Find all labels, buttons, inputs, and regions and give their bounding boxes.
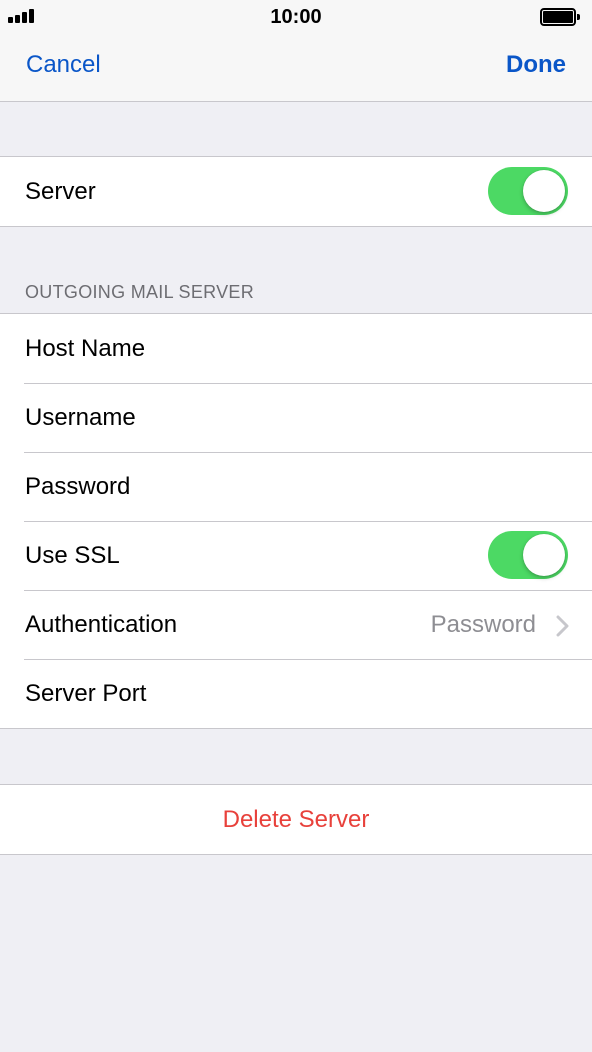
authentication-row[interactable]: Authentication Password — [0, 590, 592, 659]
use-ssl-toggle[interactable] — [488, 531, 568, 579]
delete-group: Delete Server — [0, 784, 592, 855]
delete-server-row[interactable]: Delete Server — [0, 785, 592, 854]
navigation-bar: Cancel Done — [0, 34, 592, 102]
server-toggle[interactable] — [488, 167, 568, 215]
cancel-button[interactable]: Cancel — [26, 51, 101, 79]
toggle-knob — [523, 170, 565, 212]
server-label: Server — [25, 178, 96, 205]
authentication-label: Authentication — [25, 611, 178, 638]
delete-server-button[interactable]: Delete Server — [0, 806, 592, 834]
status-bar: 10:00 — [0, 0, 592, 34]
password-label: Password — [25, 473, 131, 500]
host-name-label: Host Name — [25, 335, 146, 362]
done-button[interactable]: Done — [506, 51, 566, 79]
use-ssl-row: Use SSL — [0, 521, 592, 590]
server-port-label: Server Port — [25, 680, 147, 707]
username-label: Username — [25, 404, 136, 431]
status-time: 10:00 — [270, 6, 322, 28]
use-ssl-label: Use SSL — [25, 542, 120, 569]
section-header-outgoing: OUTGOING MAIL SERVER — [25, 282, 255, 302]
host-name-row[interactable]: Host Name — [0, 314, 592, 383]
outgoing-server-group: Host Name Username Password Use SSL Auth… — [0, 313, 592, 729]
username-row[interactable]: Username — [0, 383, 592, 452]
server-port-row[interactable]: Server Port — [0, 659, 592, 728]
server-row: Server — [0, 157, 592, 226]
toggle-knob — [523, 534, 565, 576]
battery-full-icon — [540, 8, 580, 26]
chevron-right-icon — [556, 615, 569, 637]
authentication-value: Password — [430, 611, 536, 638]
server-group: Server — [0, 156, 592, 227]
password-row[interactable]: Password — [0, 452, 592, 521]
